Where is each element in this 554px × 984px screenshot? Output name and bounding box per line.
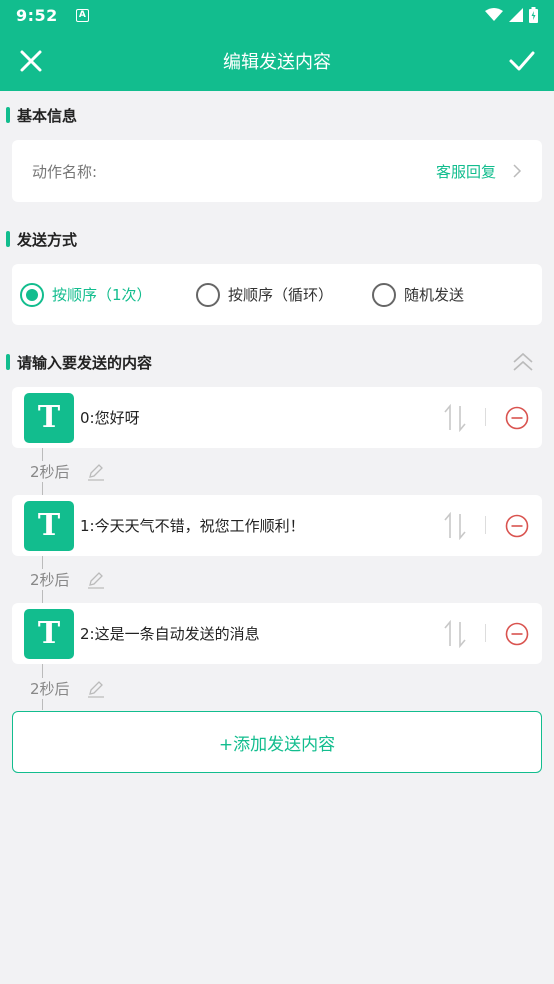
action-name-row[interactable]: 动作名称: 客服回复 xyxy=(12,140,542,202)
wifi-icon xyxy=(485,8,503,21)
radio-checked-icon xyxy=(20,282,44,307)
text-type-icon: T xyxy=(24,392,74,443)
section-title-label: 发送方式 xyxy=(17,230,78,249)
cell-signal-icon xyxy=(509,8,523,22)
section-title-label: 请输入要发送的内容 xyxy=(17,353,153,372)
divider xyxy=(485,624,486,642)
section-accent-bar xyxy=(6,354,10,370)
app-bar: 编辑发送内容 xyxy=(0,30,554,91)
content-item[interactable]: T 1:今天天气不错，祝您工作顺利！ xyxy=(12,495,542,556)
radio-sequential-once[interactable]: 按顺序（1次） xyxy=(20,282,196,307)
delay-row: 2秒后 xyxy=(30,568,106,590)
text-type-icon: T xyxy=(24,500,74,551)
notification-icon: A xyxy=(75,8,89,22)
content-item[interactable]: T 0:您好呀 xyxy=(12,387,542,448)
divider xyxy=(485,408,486,426)
content-item-text: 2:这是一条自动发送的消息 xyxy=(80,625,260,643)
edit-pencil-icon[interactable] xyxy=(86,461,106,481)
double-chevron-up-icon[interactable] xyxy=(511,350,535,374)
chevron-right-icon xyxy=(513,164,522,178)
delay-row: 2秒后 xyxy=(30,460,106,482)
radio-label: 按顺序（1次） xyxy=(52,286,152,304)
page-title: 编辑发送内容 xyxy=(223,51,331,73)
section-content: 请输入要发送的内容 xyxy=(6,352,152,372)
add-content-button[interactable]: +添加发送内容 xyxy=(12,711,542,773)
text-type-icon: T xyxy=(24,608,74,659)
action-name-value: 客服回复 xyxy=(435,162,496,181)
radio-random[interactable]: 随机发送 xyxy=(372,282,465,307)
delay-label: 2秒后 xyxy=(30,568,72,590)
radio-unchecked-icon xyxy=(372,282,396,307)
sort-icon[interactable] xyxy=(444,620,466,648)
edit-pencil-icon[interactable] xyxy=(86,569,106,589)
section-accent-bar xyxy=(6,231,10,247)
sort-icon[interactable] xyxy=(444,404,466,432)
content-item[interactable]: T 2:这是一条自动发送的消息 xyxy=(12,603,542,664)
edit-pencil-icon[interactable] xyxy=(86,678,106,698)
remove-circle-icon[interactable] xyxy=(505,622,529,646)
radio-label: 随机发送 xyxy=(404,286,465,304)
delay-label: 2秒后 xyxy=(30,460,72,482)
radio-label: 按顺序（循环） xyxy=(228,286,334,304)
delay-row: 2秒后 xyxy=(30,677,106,699)
battery-icon xyxy=(529,7,538,23)
send-mode-options: 按顺序（1次） 按顺序（循环） 随机发送 xyxy=(12,264,542,325)
status-time: 9:52 xyxy=(16,5,58,25)
remove-circle-icon[interactable] xyxy=(505,406,529,430)
divider xyxy=(485,516,486,534)
section-title-label: 基本信息 xyxy=(17,106,78,125)
section-accent-bar xyxy=(6,107,10,123)
section-basic-info: 基本信息 xyxy=(6,105,77,125)
check-icon[interactable] xyxy=(508,48,536,74)
remove-circle-icon[interactable] xyxy=(505,514,529,538)
radio-unchecked-icon xyxy=(196,282,220,307)
status-icons xyxy=(485,7,538,23)
content-item-text: 0:您好呀 xyxy=(80,409,140,427)
status-bar: 9:52 A xyxy=(0,0,554,30)
delay-label: 2秒后 xyxy=(30,677,72,699)
section-send-mode: 发送方式 xyxy=(6,229,77,249)
sort-icon[interactable] xyxy=(444,512,466,540)
close-icon[interactable] xyxy=(18,48,44,74)
action-name-label: 动作名称: xyxy=(32,162,98,181)
radio-sequential-loop[interactable]: 按顺序（循环） xyxy=(196,282,372,307)
content-item-text: 1:今天天气不错，祝您工作顺利！ xyxy=(80,517,305,535)
